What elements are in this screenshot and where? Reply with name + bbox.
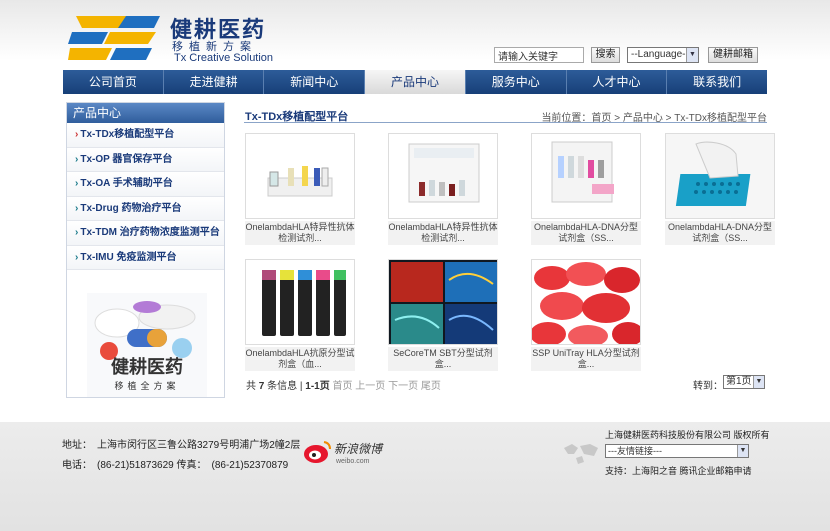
language-select[interactable]: --Language-- ▼ (627, 47, 699, 63)
product-image[interactable] (245, 259, 355, 345)
arrow-right-icon: › (75, 202, 79, 214)
product-card[interactable]: OnelambdaHLA特异性抗体检测试剂... (245, 133, 355, 245)
product-card[interactable]: OnelambdaHLA-DNA分型试剂盒（SS... (665, 133, 775, 245)
sidebar-item-label: Tx-Drug 药物治疗平台 (80, 202, 182, 214)
product-card[interactable]: OnelambdaHLA抗原分型试剂盒（血... (245, 259, 355, 371)
nav-item-services[interactable]: 服务中心 (466, 70, 567, 94)
product-card[interactable]: SeCoreTM SBT分型试剂盒... (388, 259, 498, 371)
product-image[interactable] (388, 259, 498, 345)
world-map-icon (564, 444, 598, 464)
sidebar: 产品中心 › Tx-TDx移植配型平台 › Tx-OP 器官保存平台 › Tx-OA … (66, 102, 225, 398)
product-card[interactable]: OnelambdaHLA特异性抗体检测试剂... (388, 133, 498, 245)
friend-links-select[interactable]: ---友情链接--- ▼ (605, 444, 749, 458)
goto-label: 转到： (693, 381, 723, 392)
footer-address: 地址： 上海市闵行区三鲁公路3279号明浦广场2幢2层 (62, 440, 301, 451)
product-image[interactable] (531, 259, 641, 345)
weibo-icon[interactable]: 新浪微博 weibo.com (302, 438, 392, 466)
sidebar-item-op[interactable]: › Tx-OP 器官保存平台 (67, 147, 224, 172)
product-caption[interactable]: OnelambdaHLA-DNA分型试剂盒（SS... (665, 221, 775, 245)
footer-phone: 电话： (86-21)51873629 传真： (86-21)52370879 (62, 460, 289, 471)
footer-support[interactable]: 支持：上海阳之音 腾讯企业邮箱申请 (605, 464, 752, 477)
goto-page-select[interactable]: 第1页 ▼ (723, 375, 765, 389)
arrow-right-icon: › (75, 227, 79, 238)
product-caption[interactable]: OnelambdaHLA抗原分型试剂盒（血... (245, 347, 355, 371)
nav-item-products[interactable]: 产品中心 (365, 70, 466, 94)
sidebar-item-label: Tx-TDM 治疗药物浓度监测平台 (80, 227, 220, 238)
search-button[interactable]: 搜索 (591, 47, 620, 63)
pager-total-prefix: 共 (246, 381, 256, 392)
sidebar-item-tdm[interactable]: › Tx-TDM 治疗药物浓度监测平台 (67, 221, 224, 246)
product-caption[interactable]: SSP UniTray HLA分型试剂盒... (531, 347, 641, 371)
sidebar-item-label: Tx-OP 器官保存平台 (80, 153, 173, 165)
goto-page-value: 第1页 (726, 376, 752, 387)
product-card[interactable]: SSP UniTray HLA分型试剂盒... (531, 259, 641, 371)
nav-item-news[interactable]: 新闻中心 (264, 70, 366, 94)
arrow-right-icon: › (75, 153, 79, 165)
product-image[interactable] (245, 133, 355, 219)
promo-text-cn: 健耕医药 (111, 356, 183, 378)
sidebar-item-label: Tx-TDx移植配型平台 (80, 129, 175, 140)
sidebar-item-drug[interactable]: › Tx-Drug 药物治疗平台 (67, 196, 224, 221)
divider (244, 122, 767, 123)
product-image[interactable] (531, 133, 641, 219)
mail-button[interactable]: 健耕邮箱 (708, 47, 758, 63)
language-select-value: --Language-- (631, 49, 689, 60)
product-image[interactable] (388, 133, 498, 219)
main-nav: 公司首页 走进健耕 新闻中心 产品中心 服务中心 人才中心 联系我们 (63, 70, 767, 94)
search-input[interactable] (494, 47, 584, 63)
arrow-right-icon: › (75, 178, 79, 189)
product-caption[interactable]: OnelambdaHLA-DNA分型试剂盒（SS... (531, 221, 641, 245)
arrow-right-icon: › (75, 251, 79, 263)
product-caption[interactable]: OnelambdaHLA特异性抗体检测试剂... (388, 221, 498, 245)
sidebar-item-oa[interactable]: › Tx-OA 手术辅助平台 (67, 172, 224, 197)
nav-item-about[interactable]: 走进健耕 (164, 70, 265, 94)
weibo-domain: weibo.com (335, 458, 370, 465)
chevron-down-icon: ▼ (686, 48, 698, 62)
pager-total-suffix: 条信息 (267, 381, 298, 392)
sidebar-item-label: Tx-IMU 免疫监测平台 (80, 251, 177, 263)
nav-item-home[interactable]: 公司首页 (63, 70, 164, 94)
product-image[interactable] (665, 133, 775, 219)
sidebar-item-tdx[interactable]: › Tx-TDx移植配型平台 (67, 123, 224, 148)
sidebar-item-label: Tx-OA 手术辅助平台 (80, 178, 173, 189)
pager-total-count: 7 (258, 381, 265, 392)
product-card[interactable]: OnelambdaHLA-DNA分型试剂盒（SS... (531, 133, 641, 245)
chevron-down-icon: ▼ (753, 376, 764, 388)
copyright: 上海健耕医药科技股份有限公司 版权所有 (605, 430, 770, 440)
sidebar-item-imu[interactable]: › Tx-IMU 免疫监测平台 (67, 245, 224, 270)
product-caption[interactable]: SeCoreTM SBT分型试剂盒... (388, 347, 498, 371)
arrow-right-icon: › (75, 129, 79, 140)
product-caption[interactable]: OnelambdaHLA特异性抗体检测试剂... (245, 221, 355, 245)
company-logo-icon[interactable] (68, 12, 164, 62)
chevron-down-icon: ▼ (737, 445, 748, 457)
weibo-label: 新浪微博 (334, 442, 384, 456)
pager-links[interactable]: 首页 上一页 下一页 尾页 (333, 381, 441, 392)
sidebar-title: 产品中心 (67, 103, 224, 123)
pager-page-info: 1-1页 (305, 381, 330, 392)
pagination: 共 7 条信息 | 1-1页 首页 上一页 下一页 尾页 (246, 381, 441, 392)
promo-text-sub: 移植全方案 (114, 380, 179, 392)
footer: 地址： 上海市闵行区三鲁公路3279号明浦广场2幢2层 电话： (86-21)5… (0, 422, 830, 531)
nav-item-careers[interactable]: 人才中心 (567, 70, 668, 94)
friend-links-value: ---友情链接--- (608, 446, 662, 456)
sidebar-promo-image: 健耕医药 移植全方案 (87, 293, 207, 397)
nav-item-contact[interactable]: 联系我们 (667, 70, 767, 94)
logo-english-tagline: Tx Creative Solution (174, 52, 274, 64)
header: 健耕医药 移植新方案 Tx Creative Solution 搜索 --Lan… (0, 0, 830, 70)
